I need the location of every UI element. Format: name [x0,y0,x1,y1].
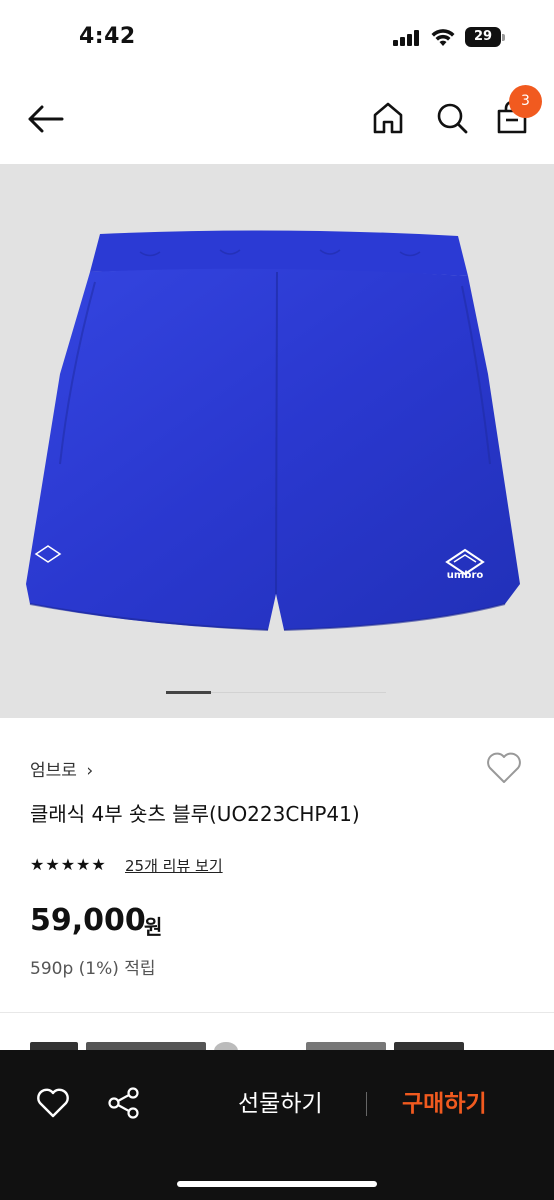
price-unit: 원 [144,915,163,939]
gallery-pager [166,691,386,694]
brand-name: 엄브로 [30,761,77,781]
bottom-action-bar: 선물하기 구매하기 [0,1050,554,1200]
top-navigation: 3 [0,76,554,164]
review-link[interactable]: 25개 리뷰 보기 [125,855,223,876]
buy-button[interactable]: 구매하기 [402,1084,487,1118]
brand-link[interactable]: 엄브로 › [30,756,93,781]
arrow-left-icon[interactable] [26,103,66,135]
heart-icon[interactable] [35,1086,71,1120]
rating-stars: ★ ★ ★ ★ ★ [30,856,106,874]
chevron-right-icon: › [86,761,94,781]
section-divider [0,1012,554,1013]
cart-count-badge: 3 [509,85,542,118]
product-info: 엄브로 › 클래식 4부 숏츠 블루(UO223CHP41) ★ ★ ★ ★ ★… [0,718,554,1008]
battery-icon: 29 [465,27,505,47]
gift-button[interactable]: 선물하기 [238,1084,323,1118]
button-separator [366,1092,367,1116]
product-image: umbro [26,230,520,631]
home-icon[interactable] [368,98,408,138]
wifi-icon [431,29,455,46]
points-info: 590p (1%) 적립 [30,959,156,979]
price: 59,000 [30,903,146,938]
search-icon[interactable] [432,98,472,138]
battery-level: 29 [473,29,493,44]
heart-icon[interactable] [484,748,524,788]
status-bar: 4:42 29 [0,0,554,76]
product-name: 클래식 4부 숏츠 블루(UO223CHP41) [30,802,360,826]
logo-text: umbro [447,570,484,581]
cellular-signal-icon [393,30,421,46]
home-indicator[interactable] [177,1181,377,1187]
star-icon: ★ [30,855,45,874]
star-icon: ★ [91,855,106,874]
star-icon: ★ [45,855,60,874]
star-icon: ★ [60,855,76,874]
product-image-gallery[interactable]: umbro [0,164,554,718]
star-icon: ★ [76,855,91,874]
gallery-pager-active [166,691,211,694]
share-icon[interactable] [106,1085,142,1121]
status-time: 4:42 [79,24,136,49]
